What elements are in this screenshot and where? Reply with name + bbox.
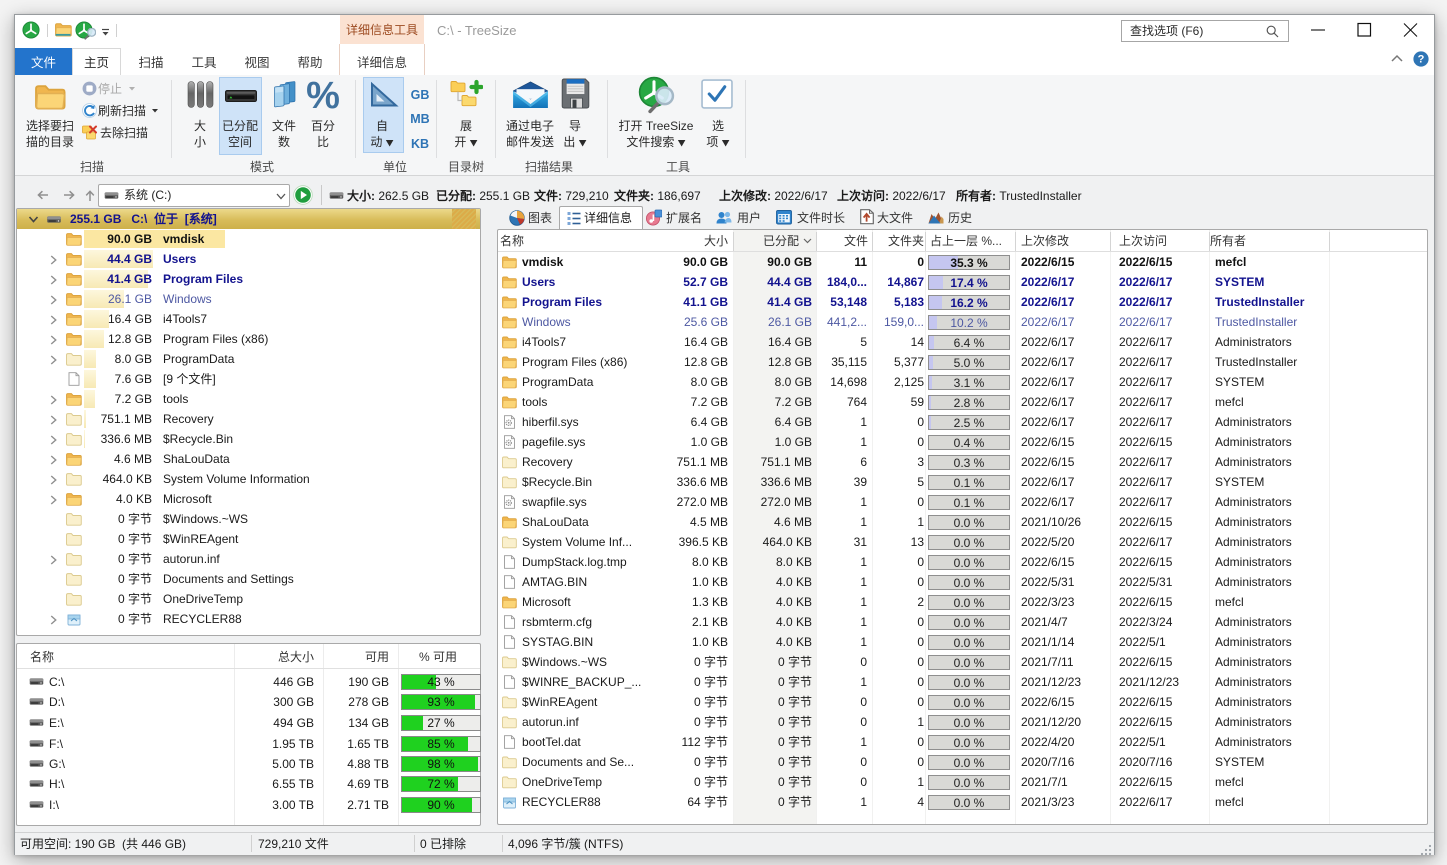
svg-text:?: ?	[1418, 54, 1425, 66]
